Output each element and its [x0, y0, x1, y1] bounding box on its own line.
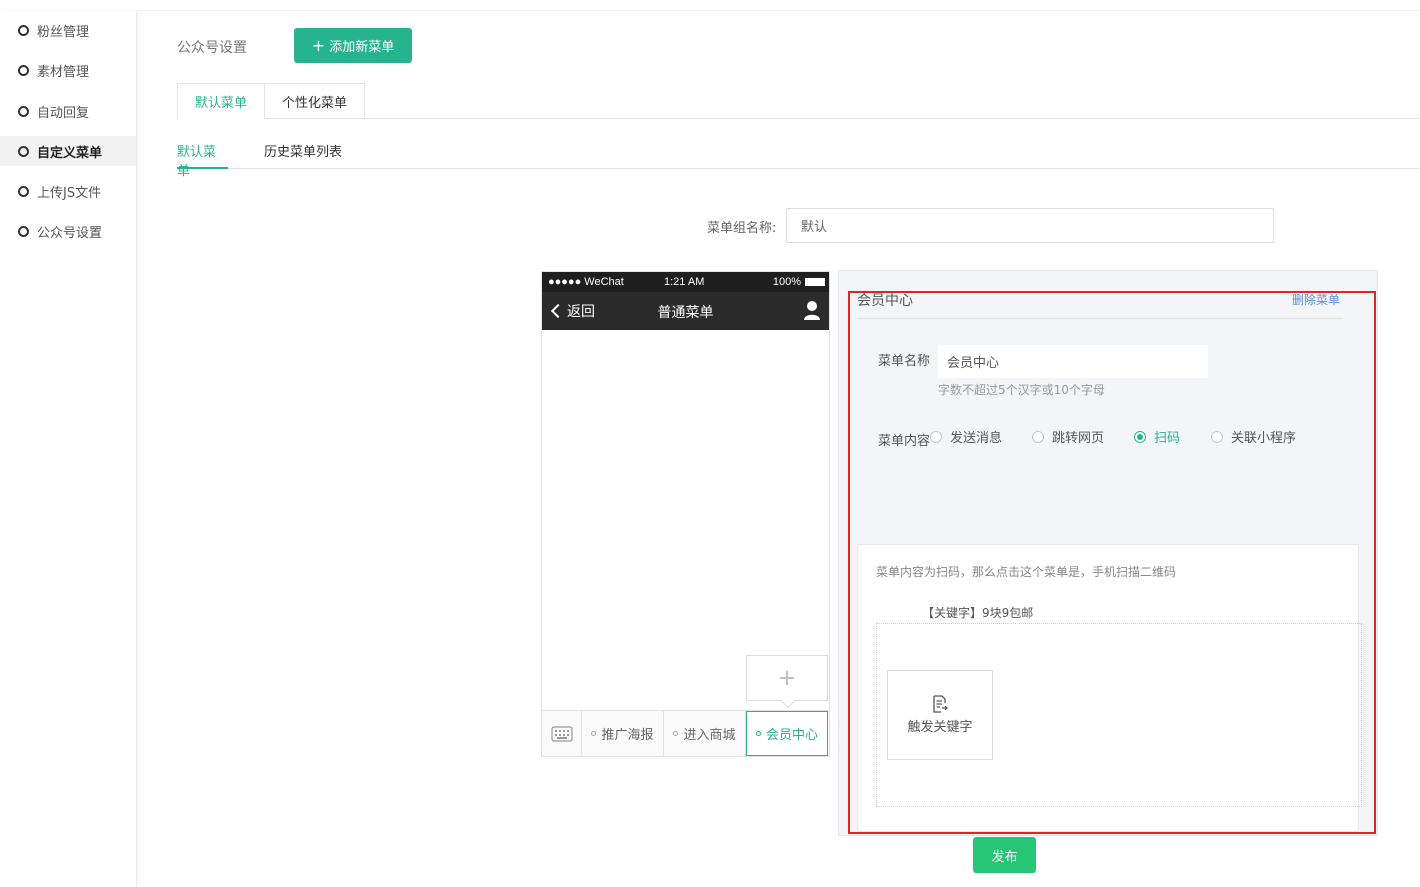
publish-button[interactable]: 发布 [973, 837, 1036, 873]
menu-item-label: 会员中心 [765, 728, 818, 743]
keyboard-toggle[interactable] [542, 711, 582, 756]
sidebar-item-label: 粉丝管理 [37, 24, 90, 40]
trigger-keyword-button[interactable]: 触发关键字 [887, 670, 993, 760]
menu-item-member-center[interactable]: 会员中心 [746, 711, 828, 756]
phone-menu-bar: 推广海报 进入商城 会员中心 [542, 710, 829, 756]
menu-item-label: 推广海报 [601, 728, 654, 743]
battery-icon [805, 278, 825, 286]
radio-label: 扫码 [1154, 431, 1181, 446]
keyword-text: 【关键字】9块9包邮 [922, 606, 1034, 620]
circle-icon [18, 145, 29, 157]
radio-label: 关联小程序 [1231, 431, 1297, 446]
sidebar-item-label: 自定义菜单 [37, 145, 103, 161]
sidebar-item-upload-js[interactable]: 上传JS文件 [0, 176, 136, 206]
menu-item-poster[interactable]: 推广海报 [582, 711, 664, 756]
document-edit-icon [933, 695, 948, 713]
plus-icon: + [311, 36, 326, 55]
panel-divider [857, 318, 1343, 319]
sidebar-item-label: 上传JS文件 [37, 185, 102, 201]
subtab-default-menu[interactable]: 默认菜单 [177, 141, 228, 179]
sidebar-item-materials[interactable]: 素材管理 [0, 55, 136, 85]
scan-description: 菜单内容为扫码，那么点击这个菜单是，手机扫描二维码 [876, 565, 1177, 579]
sidebar-item-label: 公众号设置 [37, 225, 103, 241]
radio-circle-icon [1134, 430, 1146, 443]
tab-default-menu[interactable]: 默认菜单 [177, 83, 265, 119]
trigger-keyword-label: 触发关键字 [907, 720, 973, 735]
menu-name-input[interactable] [938, 345, 1208, 378]
keyboard-icon [550, 725, 573, 742]
sidebar-item-account-settings[interactable]: 公众号设置 [0, 216, 136, 246]
phone-title: 普通菜单 [657, 305, 714, 321]
sidebar-item-label: 自动回复 [37, 105, 90, 121]
radio-label: 跳转网页 [1052, 431, 1105, 446]
circle-icon [18, 64, 29, 76]
circle-icon [18, 24, 29, 36]
radio-circle-icon [1032, 430, 1044, 443]
sidebar-item-auto-reply[interactable]: 自动回复 [0, 96, 136, 126]
user-icon[interactable] [803, 300, 821, 320]
signal-text: ●●●●● WeChat [548, 276, 624, 288]
subtabs-divider [177, 168, 1420, 169]
battery-text: 100% [772, 276, 801, 288]
tab-personalized-menu[interactable]: 个性化菜单 [264, 83, 365, 119]
circle-icon [18, 185, 29, 197]
circle-icon [18, 225, 29, 237]
menu-name-label: 菜单名称 [878, 354, 931, 369]
phone-preview: ●●●●● WeChat 1:21 AM 100% 返回 普通菜单 + 推广海报… [541, 271, 830, 757]
add-menu-button[interactable]: + 添加新菜单 [294, 28, 412, 63]
radio-circle-icon [930, 430, 942, 443]
sidebar-item-label: 素材管理 [37, 64, 90, 80]
dot-icon [591, 731, 597, 736]
menu-item-label: 进入商城 [683, 728, 736, 743]
top-divider [137, 10, 1420, 11]
edit-panel-title: 会员中心 [857, 293, 913, 309]
dot-icon [673, 731, 679, 736]
status-time: 1:21 AM [664, 276, 705, 288]
delete-menu-link[interactable]: 删除菜单 [1292, 291, 1340, 308]
group-name-input[interactable] [786, 208, 1274, 243]
radio-send-message[interactable]: 发送消息 [930, 427, 1002, 446]
group-name-label: 菜单组名称: [707, 221, 777, 236]
radio-scan[interactable]: 扫码 [1134, 427, 1180, 446]
status-bar: ●●●●● WeChat 1:21 AM 100% [542, 272, 829, 292]
dot-icon [755, 731, 761, 736]
circle-icon [18, 105, 29, 117]
radio-mini-program[interactable]: 关联小程序 [1211, 427, 1296, 446]
sidebar: 粉丝管理 素材管理 自动回复 自定义菜单 上传JS文件 公众号设置 [0, 11, 137, 887]
menu-name-hint: 字数不超过5个汉字或10个字母 [938, 383, 1105, 397]
menu-content-label: 菜单内容 [878, 434, 931, 449]
page-title: 公众号设置 [177, 40, 247, 56]
radio-jump-webpage[interactable]: 跳转网页 [1032, 427, 1104, 446]
radio-label: 发送消息 [950, 431, 1003, 446]
subtab-history-list[interactable]: 历史菜单列表 [264, 141, 342, 169]
add-menu-label: 添加新菜单 [329, 40, 395, 55]
sidebar-item-custom-menu[interactable]: 自定义菜单 [0, 136, 136, 166]
radio-circle-icon [1211, 430, 1223, 443]
menu-item-mall[interactable]: 进入商城 [664, 711, 746, 756]
add-submenu-button[interactable]: + [746, 655, 828, 701]
phone-nav-bar: 返回 普通菜单 [542, 292, 829, 330]
sidebar-item-fans[interactable]: 粉丝管理 [0, 15, 136, 45]
